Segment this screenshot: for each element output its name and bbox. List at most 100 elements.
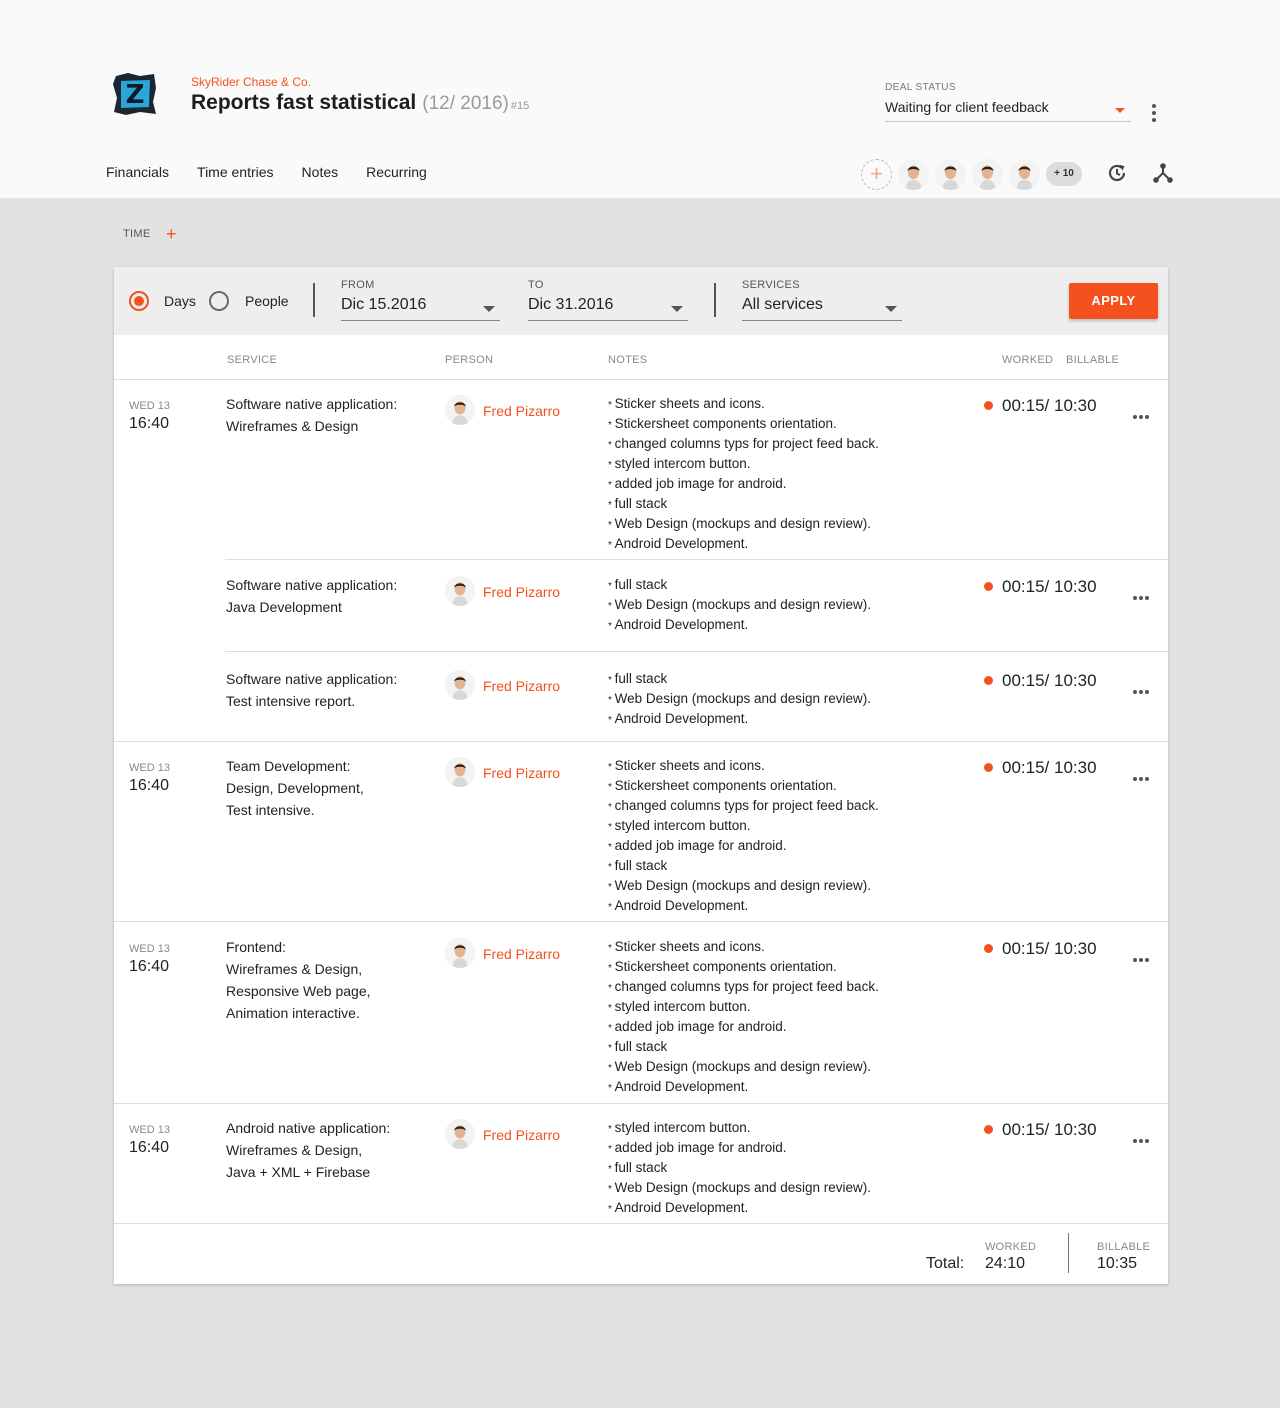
- people-radio[interactable]: [209, 291, 229, 311]
- note-line: Sticker sheets and icons.: [608, 938, 879, 958]
- from-label: FROM: [341, 279, 375, 291]
- note-line: full stack: [608, 1159, 871, 1179]
- more-horizontal-icon[interactable]: [1133, 768, 1153, 781]
- tab-notes[interactable]: Notes: [302, 164, 339, 180]
- entry-service: Software native application: Test intensi…: [226, 668, 397, 712]
- people-label[interactable]: People: [245, 293, 289, 309]
- share-icon[interactable]: [1152, 162, 1174, 184]
- note-line: changed columns typs for project feed ba…: [608, 435, 879, 455]
- person-name[interactable]: Fred Pizarro: [483, 1127, 560, 1143]
- note-line: styled intercom button.: [608, 1119, 871, 1139]
- entry-worked: 00:15/ 10:30: [984, 758, 1097, 778]
- divider: [313, 283, 315, 317]
- entry-time: 16:40: [129, 777, 170, 794]
- more-members-badge[interactable]: + 10: [1046, 162, 1082, 186]
- note-line: Web Design (mockups and design review).: [608, 1179, 871, 1199]
- from-date-value: Dic 15.2016: [341, 296, 427, 313]
- more-horizontal-icon[interactable]: [1133, 949, 1153, 962]
- deal-status-label: DEAL STATUS: [885, 82, 956, 93]
- company-logo: Z: [110, 70, 160, 118]
- add-time-icon[interactable]: +: [166, 224, 177, 244]
- status-dot-icon: [984, 1125, 993, 1134]
- tab-recurring[interactable]: Recurring: [366, 164, 427, 180]
- company-name[interactable]: SkyRider Chase & Co.: [191, 75, 311, 89]
- service-line: Wireframes & Design,: [226, 961, 363, 977]
- member-avatar[interactable]: [972, 159, 1003, 190]
- column-header-notes: NOTES: [608, 354, 648, 366]
- entry-day: WED 13: [129, 1124, 170, 1136]
- worked-value: 00:15/ 10:30: [1002, 1120, 1097, 1139]
- add-member-icon[interactable]: +: [861, 159, 892, 190]
- deal-status-select[interactable]: Waiting for client feedback: [885, 99, 1131, 122]
- days-radio[interactable]: [129, 291, 149, 311]
- entry-service: Software native application: Java Develop…: [226, 574, 397, 618]
- total-worked-value: 24:10: [985, 1255, 1026, 1272]
- member-avatar[interactable]: [898, 159, 929, 190]
- note-line: Stickersheet components orientation.: [608, 777, 879, 797]
- person-name[interactable]: Fred Pizarro: [483, 584, 560, 600]
- entry-worked: 00:15/ 10:30: [984, 671, 1097, 691]
- status-dot-icon: [984, 944, 993, 953]
- chevron-down-icon: [671, 306, 683, 312]
- chevron-down-icon: [483, 306, 495, 312]
- note-line: Android Development.: [608, 1199, 871, 1219]
- more-horizontal-icon[interactable]: [1133, 587, 1153, 600]
- divider: [1068, 1233, 1069, 1273]
- person-name[interactable]: Fred Pizarro: [483, 403, 560, 419]
- service-line: Wireframes & Design: [226, 418, 359, 434]
- more-horizontal-icon[interactable]: [1133, 1130, 1153, 1143]
- entry-day: WED 13: [129, 943, 170, 955]
- person-name[interactable]: Fred Pizarro: [483, 765, 560, 781]
- row-separator: [114, 741, 1168, 742]
- worked-value: 00:15/ 10:30: [1002, 577, 1097, 596]
- entry-worked: 00:15/ 10:30: [984, 577, 1097, 597]
- entry-notes: full stackWeb Design (mockups and design…: [608, 576, 871, 636]
- report-number: #15: [510, 100, 530, 112]
- note-line: changed columns typs for project feed ba…: [608, 978, 879, 998]
- note-line: full stack: [608, 495, 879, 515]
- page-title: Reports fast statistical: [191, 91, 417, 114]
- filter-bar: Days People FROM Dic 15.2016 TO Dic 31.2…: [114, 267, 1168, 335]
- note-line: Sticker sheets and icons.: [608, 757, 879, 777]
- person-avatar: [445, 938, 475, 968]
- service-line: Design, Development,: [226, 780, 364, 796]
- more-horizontal-icon[interactable]: [1133, 406, 1153, 419]
- column-header-worked: WORKED: [1002, 354, 1054, 366]
- note-line: full stack: [608, 576, 871, 596]
- divider: [714, 283, 716, 317]
- time-entries-card: Days People FROM Dic 15.2016 TO Dic 31.2…: [114, 267, 1168, 1284]
- service-line: Android native application:: [226, 1120, 391, 1136]
- entry-time: 16:40: [129, 958, 170, 975]
- service-line: Software native application:: [226, 671, 398, 687]
- page-header: Z SkyRider Chase & Co. Reports fast stat…: [0, 0, 1280, 198]
- more-horizontal-icon[interactable]: [1133, 681, 1153, 694]
- deal-status-value: Waiting for client feedback: [885, 99, 1049, 115]
- person-name[interactable]: Fred Pizarro: [483, 946, 560, 962]
- worked-value: 00:15/ 10:30: [1002, 396, 1097, 415]
- column-header-person: PERSON: [445, 354, 494, 366]
- service-line: Java + XML + Firebase: [226, 1164, 371, 1180]
- note-line: Android Development.: [608, 1078, 879, 1098]
- member-avatar[interactable]: [1009, 159, 1040, 190]
- service-line: Responsive Web page,: [226, 983, 371, 999]
- note-line: Android Development.: [608, 616, 871, 636]
- tab-time-entries[interactable]: Time entries: [197, 164, 274, 180]
- apply-button[interactable]: APPLY: [1069, 283, 1158, 319]
- status-dot-icon: [984, 401, 993, 410]
- to-date-select[interactable]: Dic 31.2016: [528, 296, 688, 321]
- member-avatar[interactable]: [935, 159, 966, 190]
- person-name[interactable]: Fred Pizarro: [483, 678, 560, 694]
- from-date-select[interactable]: Dic 15.2016: [341, 296, 500, 321]
- note-line: full stack: [608, 857, 879, 877]
- days-label[interactable]: Days: [164, 293, 196, 309]
- section-title: TIME: [123, 228, 151, 240]
- note-line: Android Development.: [608, 710, 871, 730]
- note-line: full stack: [608, 1038, 879, 1058]
- services-select[interactable]: All services: [742, 296, 902, 321]
- note-line: styled intercom button.: [608, 998, 879, 1018]
- more-options-icon[interactable]: [1146, 104, 1162, 124]
- worked-value: 00:15/ 10:30: [1002, 758, 1097, 777]
- history-icon[interactable]: [1106, 162, 1128, 184]
- tab-financials[interactable]: Financials: [106, 164, 169, 180]
- total-billable-label: BILLABLE: [1097, 1241, 1151, 1253]
